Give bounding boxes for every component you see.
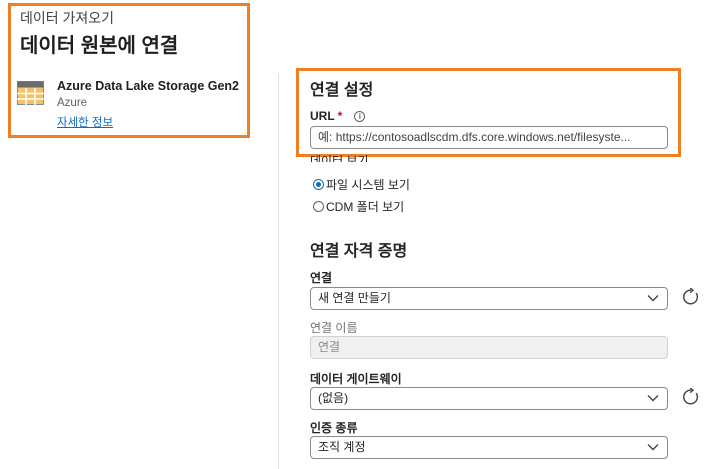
radio-file-system-view[interactable]: 파일 시스템 보기 [313, 176, 410, 193]
auth-type-label: 인증 종류 [310, 421, 358, 435]
gateway-dropdown[interactable]: (없음) [310, 387, 668, 410]
refresh-icon[interactable] [682, 288, 700, 306]
url-input[interactable]: 예: https://contosoadlscdm.dfs.core.windo… [310, 126, 668, 149]
url-label: URL * i [310, 109, 366, 123]
info-icon[interactable]: i [354, 111, 366, 122]
breadcrumb[interactable]: 데이터 가져오기 [20, 8, 114, 28]
radio-unselected-icon[interactable] [313, 201, 324, 212]
gateway-dropdown-value: (없음) [318, 391, 349, 405]
chevron-down-icon [647, 395, 659, 402]
connection-settings-title: 연결 설정 [310, 82, 374, 99]
connection-name-label: 연결 이름 [310, 321, 358, 335]
radio-file-system-label: 파일 시스템 보기 [326, 178, 410, 192]
radio-cdm-folder-label: CDM 폴더 보기 [326, 200, 405, 214]
gateway-label: 데이터 게이트웨이 [310, 372, 402, 386]
page-title: 데이터 원본에 연결 [20, 35, 179, 57]
learn-more-link[interactable]: 자세한 정보 [57, 114, 113, 130]
source-name: Azure Data Lake Storage Gen2 [57, 79, 240, 93]
radio-cdm-folder-view[interactable]: CDM 폴더 보기 [313, 198, 404, 215]
chevron-down-icon [647, 295, 659, 302]
table-grid-icon [17, 81, 44, 105]
auth-type-dropdown-value: 조직 계정 [318, 440, 366, 454]
data-view-label: 데이터 보기 [310, 154, 369, 162]
source-provider: Azure [57, 97, 88, 109]
connection-name-input[interactable]: 연결 [310, 336, 668, 359]
required-mark: * [337, 109, 343, 123]
radio-selected-icon[interactable] [313, 179, 324, 190]
connection-label: 연결 [310, 271, 333, 285]
connection-dropdown[interactable]: 새 연결 만들기 [310, 287, 668, 310]
url-label-text: URL [310, 109, 335, 123]
auth-type-dropdown[interactable]: 조직 계정 [310, 436, 668, 459]
chevron-down-icon [647, 444, 659, 451]
refresh-icon[interactable] [682, 388, 700, 406]
panel-divider [278, 73, 279, 469]
credentials-title: 연결 자격 증명 [310, 243, 408, 260]
connection-dropdown-value: 새 연결 만들기 [318, 291, 391, 305]
